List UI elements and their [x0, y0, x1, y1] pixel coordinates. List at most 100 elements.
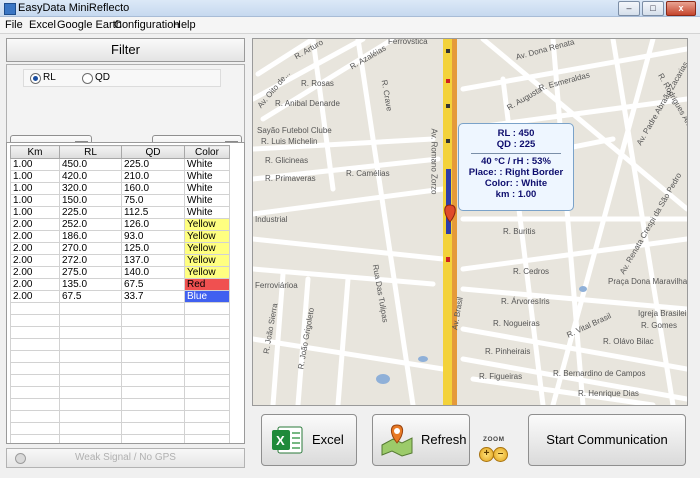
- close-button[interactable]: x: [666, 1, 696, 16]
- table-cell-color: Yellow: [184, 242, 230, 255]
- table-cell-qd: 140.0: [121, 266, 185, 279]
- minimize-button[interactable]: –: [618, 1, 640, 16]
- table-cell-rl: 67.5: [59, 290, 122, 303]
- table-cell-qd: 67.5: [121, 278, 185, 291]
- left-panel: Filter RL QD All values ▼ All colors ▼ K…: [6, 38, 245, 470]
- menu-google-earth[interactable]: Google Earth: [57, 19, 122, 31]
- table-row[interactable]: 1.00 450.0 225.0 White: [10, 158, 230, 171]
- zoom-in-button[interactable]: +: [479, 447, 494, 462]
- empty-table-cell: [184, 314, 230, 327]
- table-row[interactable]: 2.00 135.0 67.5 Red: [10, 278, 230, 291]
- empty-table-cell: [184, 398, 230, 411]
- menu-configuration[interactable]: Configuration: [114, 19, 179, 31]
- table-row[interactable]: 2.00 67.5 33.7 Blue: [10, 290, 230, 303]
- table-row[interactable]: 2.00 272.0 137.0 Yellow: [10, 254, 230, 267]
- empty-table-row: [10, 434, 230, 443]
- empty-table-cell: [184, 362, 230, 375]
- empty-table-cell: [184, 410, 230, 423]
- title-bar: EasyData MiniReflecto – □ x: [0, 0, 700, 17]
- menu-bar: File Excel Google Earth Configuration He…: [0, 17, 700, 34]
- app-icon: [4, 3, 16, 15]
- column-header-color[interactable]: Color: [184, 145, 230, 159]
- empty-table-cell: [59, 326, 122, 339]
- table-cell-color: Yellow: [184, 230, 230, 243]
- empty-table-cell: [184, 326, 230, 339]
- empty-table-cell: [59, 398, 122, 411]
- empty-table-row: [10, 314, 230, 327]
- table-row[interactable]: 2.00 275.0 140.0 Yellow: [10, 266, 230, 279]
- table-row[interactable]: 2.00 186.0 93.0 Yellow: [10, 230, 230, 243]
- info-km: km : 1.00: [495, 189, 537, 200]
- empty-table-row: [10, 374, 230, 387]
- table-cell-km: 2.00: [10, 242, 60, 255]
- table-cell-color: Red: [184, 278, 230, 291]
- empty-table-cell: [59, 374, 122, 387]
- table-cell-color: White: [184, 158, 230, 171]
- table-cell-rl: 450.0: [59, 158, 122, 171]
- table-cell-rl: 225.0: [59, 206, 122, 219]
- empty-table-cell: [10, 338, 60, 351]
- map-street-label: R. Glicineas: [265, 156, 309, 165]
- radio-qd[interactable]: [82, 73, 93, 84]
- table-row[interactable]: 1.00 150.0 75.0 White: [10, 194, 230, 207]
- zoom-out-button[interactable]: –: [493, 447, 508, 462]
- table-cell-km: 1.00: [10, 158, 60, 171]
- info-place: Place: : Right Border: [468, 167, 564, 178]
- table-row[interactable]: 2.00 252.0 126.0 Yellow: [10, 218, 230, 231]
- table-cell-km: 1.00: [10, 182, 60, 195]
- empty-table-cell: [59, 338, 122, 351]
- table-cell-color: White: [184, 170, 230, 183]
- empty-table-cell: [121, 374, 185, 387]
- empty-table-row: [10, 386, 230, 399]
- table-cell-color: Yellow: [184, 266, 230, 279]
- map-info-popup: RL : 450 QD : 225 40 °C / rH : 53% Place…: [458, 123, 574, 211]
- table-row[interactable]: 1.00 320.0 160.0 White: [10, 182, 230, 195]
- excel-button[interactable]: X Excel: [261, 414, 357, 466]
- column-header-rl[interactable]: RL: [59, 145, 122, 159]
- filter-header: Filter: [6, 38, 245, 62]
- table-cell-qd: 137.0: [121, 254, 185, 267]
- table-body: 1.00 450.0 225.0 White 1.00 420.0 210.0 White 1.…: [10, 158, 230, 443]
- maximize-button[interactable]: □: [642, 1, 664, 16]
- menu-excel[interactable]: Excel: [29, 19, 56, 31]
- empty-table-cell: [121, 314, 185, 327]
- table-cell-km: 1.00: [10, 170, 60, 183]
- radio-group: RL QD: [23, 69, 221, 87]
- table-cell-qd: 75.0: [121, 194, 185, 207]
- empty-table-cell: [121, 410, 185, 423]
- empty-table-cell: [184, 434, 230, 443]
- table-cell-km: 2.00: [10, 254, 60, 267]
- refresh-button[interactable]: Refresh: [372, 414, 470, 466]
- data-table[interactable]: Km RL QD Color 1.00 450.0 225.0 White 1.00 42…: [6, 142, 245, 444]
- table-row[interactable]: 2.00 270.0 125.0 Yellow: [10, 242, 230, 255]
- empty-table-cell: [59, 350, 122, 363]
- table-cell-qd: 125.0: [121, 242, 185, 255]
- map-street-label: R. Anibal Denarde: [275, 99, 340, 108]
- table-row[interactable]: 1.00 225.0 112.5 White: [10, 206, 230, 219]
- empty-table-cell: [121, 338, 185, 351]
- empty-table-cell: [184, 386, 230, 399]
- empty-table-cell: [59, 314, 122, 327]
- empty-table-cell: [10, 398, 60, 411]
- info-temperature: 40 °C / rH : 53%: [481, 156, 551, 167]
- start-communication-button[interactable]: Start Communication: [528, 414, 686, 466]
- table-row[interactable]: 1.00 420.0 210.0 White: [10, 170, 230, 183]
- map-view[interactable]: R. Arturo R. Azaléias Av. Oito de... R. …: [252, 38, 688, 406]
- info-qd: QD : 225: [496, 139, 536, 150]
- gps-status-bar: Weak Signal / No GPS: [6, 448, 245, 468]
- column-header-km[interactable]: Km: [10, 145, 60, 159]
- map-canvas: [253, 39, 687, 405]
- table-cell-km: 2.00: [10, 290, 60, 303]
- empty-table-cell: [59, 362, 122, 375]
- radio-rl[interactable]: [30, 73, 41, 84]
- menu-file[interactable]: File: [5, 19, 23, 31]
- map-pin-icon: [381, 424, 413, 457]
- map-street-label: Ferroviárioa: [255, 281, 298, 290]
- refresh-button-label: Refresh: [421, 432, 467, 447]
- table-cell-km: 2.00: [10, 278, 60, 291]
- empty-table-cell: [10, 350, 60, 363]
- empty-table-row: [10, 338, 230, 351]
- column-header-qd[interactable]: QD: [121, 145, 185, 159]
- empty-table-cell: [10, 362, 60, 375]
- menu-help[interactable]: Help: [173, 19, 196, 31]
